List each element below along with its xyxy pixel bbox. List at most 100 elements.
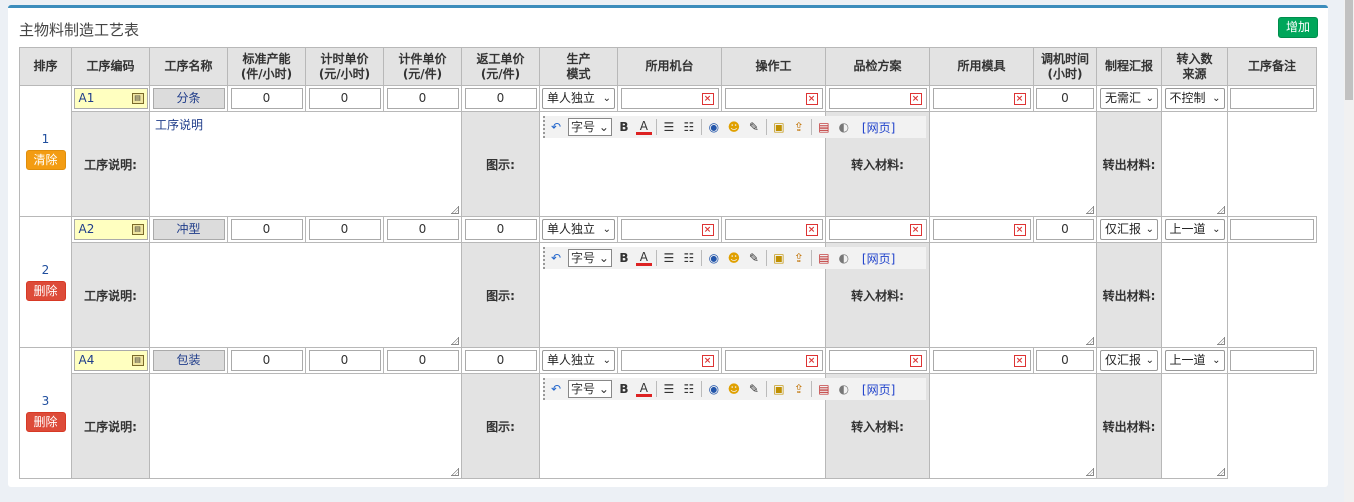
- preview-icon[interactable]: ◐: [836, 119, 852, 135]
- desc-textarea[interactable]: 工序说明: [150, 112, 461, 216]
- resize-handle[interactable]: [1086, 468, 1094, 476]
- rework-price-input[interactable]: 0: [464, 350, 537, 371]
- resize-handle[interactable]: [1086, 337, 1094, 345]
- emoticon-icon[interactable]: ☻: [726, 119, 742, 135]
- list-icon[interactable]: ☷: [681, 119, 697, 135]
- report-select[interactable]: 仅汇报 ⌄: [1100, 219, 1158, 240]
- image-icon[interactable]: ▣: [771, 119, 787, 135]
- in-material-textarea[interactable]: [930, 243, 1096, 347]
- scrollbar-thumb[interactable]: [1345, 0, 1353, 100]
- font-color-icon[interactable]: A: [635, 250, 652, 266]
- align-icon[interactable]: ☰: [661, 381, 677, 397]
- mold-input[interactable]: ×: [932, 219, 1031, 240]
- resize-handle[interactable]: [1217, 206, 1225, 214]
- piece-price-input[interactable]: 0: [386, 219, 459, 240]
- picker-icon[interactable]: ▤: [131, 93, 144, 104]
- adjust-time-input[interactable]: 0: [1036, 88, 1094, 109]
- clear-icon[interactable]: ×: [701, 224, 714, 236]
- undo-icon[interactable]: ↶: [548, 381, 564, 397]
- bold-icon[interactable]: B: [616, 381, 632, 397]
- font-size-select[interactable]: 字号 ⌄: [568, 380, 612, 398]
- upload-icon[interactable]: ⇪: [791, 119, 807, 135]
- emoticon-icon[interactable]: ☻: [726, 250, 742, 266]
- flash-icon[interactable]: ▤: [816, 119, 832, 135]
- clear-icon[interactable]: ×: [909, 355, 922, 367]
- hourly-price-input[interactable]: 0: [308, 219, 381, 240]
- upload-icon[interactable]: ⇪: [791, 250, 807, 266]
- link-icon[interactable]: ◉: [706, 381, 722, 397]
- preview-icon[interactable]: ◐: [836, 381, 852, 397]
- mode-select[interactable]: 单人独立 ⌄: [542, 219, 615, 240]
- note-input[interactable]: [1230, 219, 1314, 240]
- picker-icon[interactable]: ▤: [131, 224, 144, 235]
- undo-icon[interactable]: ↶: [548, 119, 564, 135]
- resize-handle[interactable]: [1086, 206, 1094, 214]
- clear-icon[interactable]: ×: [909, 224, 922, 236]
- emoticon-icon[interactable]: ☻: [726, 381, 742, 397]
- edit-icon[interactable]: ✎: [746, 250, 762, 266]
- resize-handle[interactable]: [1217, 468, 1225, 476]
- flash-icon[interactable]: ▤: [816, 250, 832, 266]
- diagram-editor[interactable]: ↶ 字号 ⌄ B A ☰ ☷ ◉ ☻ ✎ ▣ ⇪ ▤ ◐ [网页]: [540, 374, 926, 478]
- image-icon[interactable]: ▣: [771, 250, 787, 266]
- source-select[interactable]: 上一道 ⌄: [1164, 219, 1225, 240]
- note-input[interactable]: [1230, 88, 1314, 109]
- code-input[interactable]: A2 ▤: [73, 219, 148, 240]
- code-input[interactable]: A1 ▤: [73, 88, 148, 109]
- report-select[interactable]: 无需汇 ⌄: [1100, 88, 1158, 109]
- mode-select[interactable]: 单人独立 ⌄: [542, 350, 615, 371]
- report-select[interactable]: 仅汇报 ⌄: [1100, 350, 1158, 371]
- out-material-textarea[interactable]: [1162, 374, 1227, 478]
- adjust-time-input[interactable]: 0: [1036, 350, 1094, 371]
- in-material-textarea[interactable]: [930, 112, 1096, 216]
- operator-input[interactable]: ×: [724, 219, 823, 240]
- std-cap-input[interactable]: 0: [230, 88, 303, 109]
- note-input[interactable]: [1230, 350, 1314, 371]
- edit-icon[interactable]: ✎: [746, 119, 762, 135]
- mode-select[interactable]: 单人独立 ⌄: [542, 88, 615, 109]
- clear-icon[interactable]: ×: [805, 224, 818, 236]
- qc-plan-input[interactable]: ×: [828, 88, 927, 109]
- web-mode-link[interactable]: [网页]: [862, 119, 895, 136]
- resize-handle[interactable]: [451, 337, 459, 345]
- source-select[interactable]: 上一道 ⌄: [1164, 350, 1225, 371]
- font-size-select[interactable]: 字号 ⌄: [568, 249, 612, 267]
- web-mode-link[interactable]: [网页]: [862, 250, 895, 267]
- hourly-price-input[interactable]: 0: [308, 88, 381, 109]
- out-material-textarea[interactable]: [1162, 112, 1227, 216]
- operator-input[interactable]: ×: [724, 350, 823, 371]
- row-action-button[interactable]: 清除: [25, 150, 66, 170]
- std-cap-input[interactable]: 0: [230, 350, 303, 371]
- font-color-icon[interactable]: A: [635, 381, 652, 397]
- add-button[interactable]: 增加: [1278, 17, 1318, 38]
- diagram-editor[interactable]: ↶ 字号 ⌄ B A ☰ ☷ ◉ ☻ ✎ ▣ ⇪ ▤ ◐ [网页]: [540, 112, 926, 216]
- list-icon[interactable]: ☷: [681, 381, 697, 397]
- machine-input[interactable]: ×: [620, 350, 719, 371]
- clear-icon[interactable]: ×: [1013, 224, 1026, 236]
- edit-icon[interactable]: ✎: [746, 381, 762, 397]
- mold-input[interactable]: ×: [932, 88, 1031, 109]
- web-mode-link[interactable]: [网页]: [862, 381, 895, 398]
- flash-icon[interactable]: ▤: [816, 381, 832, 397]
- qc-plan-input[interactable]: ×: [828, 350, 927, 371]
- in-material-textarea[interactable]: [930, 374, 1096, 478]
- bold-icon[interactable]: B: [616, 250, 632, 266]
- link-icon[interactable]: ◉: [706, 250, 722, 266]
- desc-textarea[interactable]: [150, 374, 461, 478]
- resize-handle[interactable]: [1217, 337, 1225, 345]
- list-icon[interactable]: ☷: [681, 250, 697, 266]
- machine-input[interactable]: ×: [620, 219, 719, 240]
- clear-icon[interactable]: ×: [909, 93, 922, 105]
- out-material-textarea[interactable]: [1162, 243, 1227, 347]
- code-input[interactable]: A4 ▤: [73, 350, 148, 371]
- desc-textarea[interactable]: [150, 243, 461, 347]
- adjust-time-input[interactable]: 0: [1036, 219, 1094, 240]
- rework-price-input[interactable]: 0: [464, 219, 537, 240]
- upload-icon[interactable]: ⇪: [791, 381, 807, 397]
- picker-icon[interactable]: ▤: [131, 355, 144, 366]
- diagram-editor[interactable]: ↶ 字号 ⌄ B A ☰ ☷ ◉ ☻ ✎ ▣ ⇪ ▤ ◐ [网页]: [540, 243, 926, 347]
- clear-icon[interactable]: ×: [805, 93, 818, 105]
- hourly-price-input[interactable]: 0: [308, 350, 381, 371]
- clear-icon[interactable]: ×: [1013, 355, 1026, 367]
- font-size-select[interactable]: 字号 ⌄: [568, 118, 612, 136]
